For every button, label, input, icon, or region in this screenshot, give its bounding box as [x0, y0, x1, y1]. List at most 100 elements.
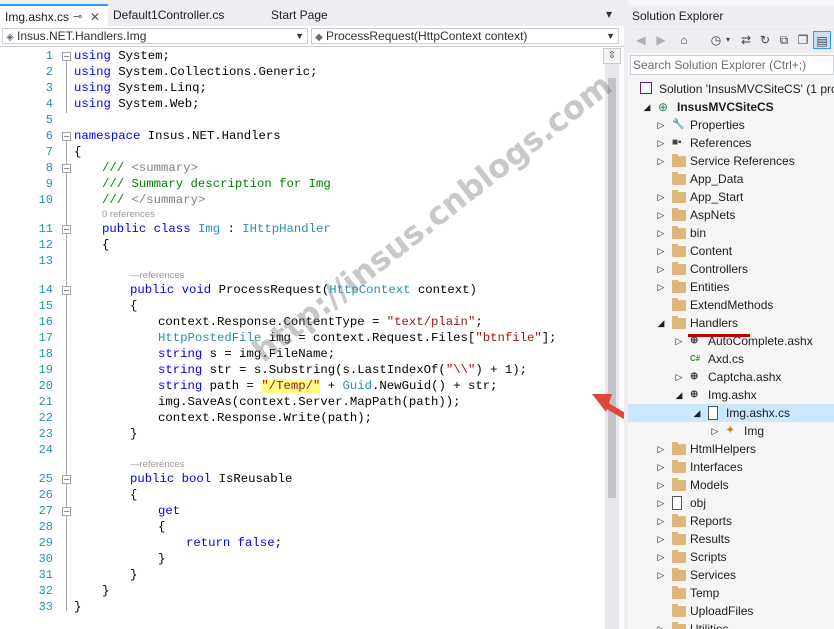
tree-item[interactable]: UploadFiles [628, 602, 834, 620]
code-line-31[interactable]: } [130, 567, 137, 583]
expand-icon[interactable]: ▷ [656, 548, 666, 566]
collapse-icon[interactable]: − [62, 132, 71, 141]
collapse-icon[interactable]: − [62, 225, 71, 234]
tree-item[interactable]: ExtendMethods [628, 296, 834, 314]
code-line-17[interactable]: HttpPostedFile img = context.Request.Fil… [158, 330, 557, 346]
code-line-7[interactable]: { [74, 144, 81, 160]
expanded-icon[interactable]: ◢ [692, 404, 702, 422]
code-line-8[interactable]: /// <summary> [102, 160, 198, 176]
expand-icon[interactable]: ▷ [656, 224, 666, 242]
expand-icon[interactable]: ▷ [656, 476, 666, 494]
code-line-11[interactable]: public class Img : IHttpHandler [102, 221, 331, 237]
tree-item[interactable]: ▷ Entities [628, 278, 834, 296]
tree-item[interactable]: ▷ Interfaces [628, 458, 834, 476]
tree-item[interactable]: ▷ ✦ Img [628, 422, 834, 440]
scrollbar-thumb[interactable] [608, 78, 616, 498]
collapse-icon[interactable]: − [62, 52, 71, 61]
type-dropdown[interactable]: ◈ Insus.NET.Handlers.Img ▼ [2, 28, 308, 44]
tab-overflow-chevron-icon[interactable]: ▾ [606, 7, 612, 21]
tree-item[interactable]: ◢ Img.ashx.cs [628, 404, 834, 422]
code-line-6[interactable]: namespace Insus.NET.Handlers [74, 128, 281, 144]
tree-project-node[interactable]: ◢ ⊕ InsusMVCSiteCS [628, 98, 834, 116]
expand-icon[interactable]: ▷ [656, 512, 666, 530]
expand-icon[interactable]: ▷ [656, 134, 666, 152]
tree-item[interactable]: ▷ AspNets [628, 206, 834, 224]
tree-item[interactable]: ▷ Service References [628, 152, 834, 170]
tree-item[interactable]: ▷ Results [628, 530, 834, 548]
tree-item[interactable]: ▷ Reports [628, 512, 834, 530]
tree-item[interactable]: ▷ Scripts [628, 548, 834, 566]
expand-icon[interactable]: ▷ [656, 278, 666, 296]
tab-img-ashx-cs[interactable]: Img.ashx.cs ⊸ ✕ [0, 4, 108, 26]
tree-item[interactable]: Temp [628, 584, 834, 602]
code-line-32[interactable]: } [102, 583, 109, 599]
code-line-20[interactable]: string path = "/Temp/" + Guid.NewGuid() … [158, 378, 498, 394]
code-line-19[interactable]: string str = s.Substring(s.LastIndexOf("… [158, 362, 527, 378]
code-line-21[interactable]: img.SaveAs(context.Server.MapPath(path))… [158, 394, 461, 410]
code-line-23[interactable]: } [130, 426, 137, 442]
split-window-icon[interactable]: ⇳ [603, 48, 621, 64]
code-line-28[interactable]: { [158, 519, 165, 535]
references-codelens[interactable]: —references [130, 459, 184, 471]
code-line-26[interactable]: { [130, 487, 137, 503]
code-line-9[interactable]: /// Summary description for Img [102, 176, 331, 192]
code-line-10[interactable]: /// </summary> [102, 192, 205, 208]
tree-item[interactable]: ▷ Services [628, 566, 834, 584]
tree-item[interactable]: ▷ Content [628, 242, 834, 260]
expand-icon[interactable]: ▷ [656, 494, 666, 512]
expand-icon[interactable]: ▷ [656, 440, 666, 458]
code-line-1[interactable]: using System; [74, 48, 170, 64]
show-all-files-icon[interactable]: ❐ [794, 31, 812, 49]
tab-start-page[interactable]: Start Page [266, 4, 366, 26]
expand-icon[interactable]: ▷ [710, 422, 720, 440]
chevron-down-icon[interactable]: ▾ [723, 31, 733, 49]
references-codelens[interactable]: —references [130, 270, 184, 282]
expanded-icon[interactable]: ◢ [656, 314, 666, 332]
properties-icon[interactable]: ▤ [813, 31, 831, 49]
expanded-icon[interactable]: ◢ [674, 386, 684, 404]
code-editor[interactable]: Img.ashx.cs ⊸ ✕ Default1Controller.cs St… [0, 0, 624, 629]
tab-default1controller[interactable]: Default1Controller.cs [108, 4, 258, 26]
expand-icon[interactable]: ▷ [656, 620, 666, 629]
code-line-18[interactable]: string s = img.FileName; [158, 346, 335, 362]
collapse-all-icon[interactable]: ⧉ [775, 31, 793, 49]
sync-icon[interactable]: ⇄ [737, 31, 755, 49]
expand-icon[interactable]: ▷ [674, 368, 684, 386]
collapse-icon[interactable]: − [62, 286, 71, 295]
expand-icon[interactable]: ▷ [656, 458, 666, 476]
tree-item[interactable]: ▷ App_Start [628, 188, 834, 206]
tree-item[interactable]: ▷ ■▪ References [628, 134, 834, 152]
forward-icon[interactable]: ▶ [652, 31, 670, 49]
code-line-4[interactable]: using System.Web; [74, 96, 199, 112]
expand-icon[interactable]: ▷ [656, 152, 666, 170]
collapse-icon[interactable]: − [62, 475, 71, 484]
code-line-3[interactable]: using System.Linq; [74, 80, 207, 96]
code-line-2[interactable]: using System.Collections.Generic; [74, 64, 318, 80]
tree-item[interactable]: ▷ ⊕ Captcha.ashx [628, 368, 834, 386]
code-line-29[interactable]: return false; [186, 535, 282, 551]
code-line-27[interactable]: get [158, 503, 180, 519]
tree-solution-node[interactable]: Solution 'InsusMVCSiteCS' (1 pro [628, 80, 834, 98]
home-icon[interactable]: ⌂ [675, 31, 693, 49]
expand-icon[interactable]: ▷ [656, 188, 666, 206]
expand-icon[interactable]: ▷ [674, 332, 684, 350]
tree-item[interactable]: ▷ Controllers [628, 260, 834, 278]
expand-icon[interactable]: ▷ [656, 530, 666, 548]
expand-icon[interactable]: ▷ [656, 566, 666, 584]
collapse-icon[interactable]: − [62, 507, 71, 516]
tree-item[interactable]: ▷ 🔧 Properties [628, 116, 834, 134]
expand-icon[interactable]: ▷ [656, 242, 666, 260]
close-icon[interactable]: ✕ [90, 6, 100, 28]
code-line-22[interactable]: context.Response.Write(path); [158, 410, 372, 426]
tree-item[interactable]: ◢ ⊕ Img.ashx [628, 386, 834, 404]
code-line-33[interactable]: } [74, 599, 81, 615]
tree-item[interactable]: ▷ HtmlHelpers [628, 440, 834, 458]
solution-search-input[interactable]: Search Solution Explorer (Ctrl+;) [630, 55, 834, 75]
tree-item[interactable]: ◢ Handlers [628, 314, 834, 332]
expand-icon[interactable]: ▷ [656, 260, 666, 278]
expand-icon[interactable]: ▷ [656, 116, 666, 134]
code-line-30[interactable]: } [158, 551, 165, 567]
pin-icon[interactable]: ⊸ [73, 6, 82, 28]
tree-item[interactable]: C# Axd.cs [628, 350, 834, 368]
collapse-icon[interactable]: − [62, 164, 71, 173]
